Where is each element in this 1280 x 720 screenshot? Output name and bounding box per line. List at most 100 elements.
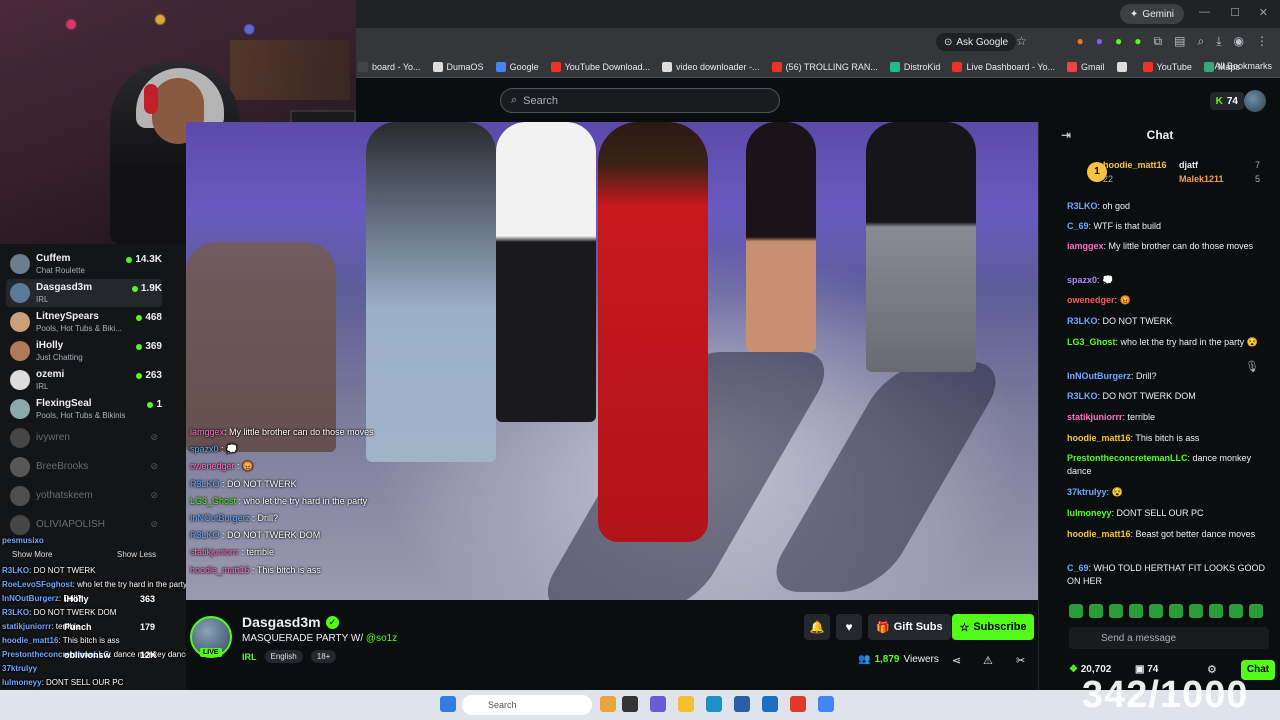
bookmark-item[interactable]: YouTube Download... <box>550 61 650 72</box>
bookmark-item[interactable]: Live Dashboard - Yo... <box>952 61 1055 72</box>
sidebar-channel-ozemi[interactable]: ozemi IRL 263 <box>6 366 162 394</box>
bookmark-item[interactable]: Google <box>495 61 539 72</box>
profile-icon[interactable]: ◉ <box>1234 34 1244 49</box>
gifter-name[interactable]: djatf <box>1179 160 1198 170</box>
chrome-icon[interactable] <box>818 696 834 712</box>
emote-icon[interactable] <box>1149 604 1163 618</box>
bookmark-item[interactable]: board - Yo... <box>358 61 421 72</box>
follow-heart-icon[interactable]: ♥ <box>836 614 862 640</box>
share-icon[interactable]: ⋖ <box>952 654 961 667</box>
sidebar-channel-litneyspears[interactable]: LitneySpears Pools, Hot Tubs & Biki... 468 <box>6 308 162 336</box>
ask-google-button[interactable]: ⊙ Ask Google <box>936 33 1017 51</box>
video-player[interactable]: iamggex: My little brother can do those … <box>186 122 1038 600</box>
tag-language[interactable]: English <box>264 650 303 663</box>
chat-username[interactable]: PrestontheconcretemanLLC <box>1067 453 1188 463</box>
bookmark-item[interactable]: (56) TROLLING RAN... <box>771 61 878 72</box>
sidebar-icon[interactable]: ▤ <box>1174 34 1185 49</box>
taskbar-app-icon[interactable] <box>790 696 806 712</box>
chat-username[interactable]: lulmoneyy <box>1067 508 1112 518</box>
all-bookmarks-button[interactable]: All Bookmarks <box>1214 61 1272 71</box>
sidebar-channel-yothatskeem[interactable]: yothatskeem ⊘ <box>6 482 162 510</box>
show-less-link[interactable]: Show Less <box>117 550 156 559</box>
menu-kebab-icon[interactable]: ⋮ <box>1256 34 1268 49</box>
mic-icon[interactable]: 🎙 <box>1245 360 1259 373</box>
chat-username[interactable]: C_69 <box>1067 563 1089 573</box>
extension-icon[interactable]: ● <box>1134 34 1141 49</box>
chat-username[interactable]: R3LKO <box>1067 316 1098 326</box>
chat-input[interactable]: Send a message <box>1069 627 1269 649</box>
taskbar-app-icon[interactable] <box>600 696 616 712</box>
sidebar-channel-iholly[interactable]: iHolly Just Chatting 369 <box>6 337 162 365</box>
sidebar-channel-dasgasd3m[interactable]: Dasgasd3m IRL 1.9K <box>6 279 162 307</box>
file-explorer-icon[interactable] <box>678 696 694 712</box>
emote-icon[interactable] <box>1069 604 1083 618</box>
report-icon[interactable]: ⚠ <box>983 654 993 667</box>
chat-username[interactable]: owenedger <box>1067 295 1115 305</box>
sidebar-channel-flexingseal[interactable]: FlexingSeal Pools, Hot Tubs & Bikinis 1 <box>6 395 162 423</box>
streamer-name[interactable]: Dasgasd3m <box>242 614 321 630</box>
chat-username[interactable]: hoodie_matt16 <box>1067 529 1131 539</box>
user-avatar[interactable] <box>1244 90 1266 112</box>
sidebar-channel-ivywren[interactable]: ivywren ⊘ <box>6 424 162 452</box>
sidebar-channel-breebrooks[interactable]: BreeBrooks ⊘ <box>6 453 162 481</box>
taskbar-app-icon[interactable] <box>650 696 666 712</box>
top-gifter-name[interactable]: hoodie_matt16 <box>1103 160 1167 170</box>
emote-icon[interactable] <box>1129 604 1143 618</box>
chat-username[interactable]: R3LKO <box>1067 201 1098 211</box>
chat-username[interactable]: spazx0 <box>1067 275 1097 285</box>
extension-icon[interactable]: ● <box>1096 34 1103 49</box>
tab-search-icon[interactable]: ⌕ <box>1197 34 1204 49</box>
chat-username[interactable]: iamggex <box>1067 241 1104 251</box>
emote-icon[interactable] <box>1249 604 1263 618</box>
downloads-icon[interactable]: ⤓ <box>1216 34 1221 49</box>
notification-bell-icon[interactable]: 🔔 <box>804 614 830 640</box>
chat-username[interactable]: statikjuniorrr <box>1067 412 1123 422</box>
emote-icon[interactable] <box>1229 604 1243 618</box>
minimize-icon[interactable]: — <box>1199 6 1210 18</box>
windows-start-icon[interactable] <box>440 696 456 712</box>
extension-icon[interactable]: ● <box>1077 34 1084 49</box>
taskbar-app-icon[interactable] <box>734 696 750 712</box>
stream-title-mention[interactable]: @so1z <box>366 633 397 644</box>
emote-icon[interactable] <box>1089 604 1103 618</box>
bookmark-item[interactable]: DumaOS <box>432 61 484 72</box>
chat-username[interactable]: LG3_Ghost <box>1067 337 1116 347</box>
chat-username[interactable]: C_69 <box>1067 221 1089 231</box>
offline-icon: ⊘ <box>150 461 158 471</box>
bookmark-item[interactable]: Gmail <box>1067 61 1105 72</box>
taskbar-search[interactable]: Search <box>462 695 592 715</box>
maximize-icon[interactable]: ☐ <box>1230 6 1240 19</box>
chat-username[interactable]: R3LKO <box>1067 391 1098 401</box>
bookmark-item[interactable]: video downloader -... <box>662 61 760 72</box>
chat-username[interactable]: 37ktrulyy <box>1067 487 1107 497</box>
bookmark-item[interactable]: YouTube <box>1142 61 1192 72</box>
channel-name: Dasgasd3m <box>36 282 93 293</box>
gemini-button[interactable]: ✦ Gemini <box>1119 4 1184 24</box>
category-link[interactable]: IRL <box>242 652 257 662</box>
tag-mature[interactable]: 18+ <box>310 650 337 663</box>
chat-username[interactable]: InNOutBurgerz <box>1067 371 1131 381</box>
emote-icon[interactable] <box>1189 604 1203 618</box>
subscribe-button[interactable]: ☆ Subscribe <box>952 614 1034 640</box>
chat-username[interactable]: hoodie_matt16 <box>1067 433 1131 443</box>
gift-subs-button[interactable]: 🎁 Gift Subs <box>868 614 951 640</box>
bookmark-item[interactable]: DistroKid <box>889 61 940 72</box>
bookmark-item[interactable] <box>1116 61 1131 72</box>
search-input[interactable]: ⌕ Search <box>500 88 780 113</box>
show-more-link[interactable]: Show More <box>12 550 52 559</box>
emote-icon[interactable] <box>1109 604 1123 618</box>
taskbar-app-icon[interactable] <box>622 696 638 712</box>
clip-icon[interactable]: ✂ <box>1016 654 1025 667</box>
extensions-puzzle-icon[interactable]: ⧉ <box>1154 34 1163 49</box>
edge-icon[interactable] <box>706 696 722 712</box>
bookmark-star-icon[interactable]: ☆ <box>1016 34 1027 48</box>
close-icon[interactable]: ✕ <box>1259 6 1268 19</box>
outlook-icon[interactable] <box>762 696 778 712</box>
gifter-name[interactable]: Malek1211 <box>1179 174 1224 184</box>
extension-icon[interactable]: ● <box>1115 34 1122 49</box>
kicks-balance[interactable]: K 74 <box>1209 92 1244 110</box>
emote-icon[interactable] <box>1169 604 1183 618</box>
chat-text: : terrible <box>1122 412 1156 422</box>
emote-icon[interactable] <box>1209 604 1223 618</box>
sidebar-channel-cuffem[interactable]: Cuffem Chat Roulette 14.3K <box>6 250 162 278</box>
